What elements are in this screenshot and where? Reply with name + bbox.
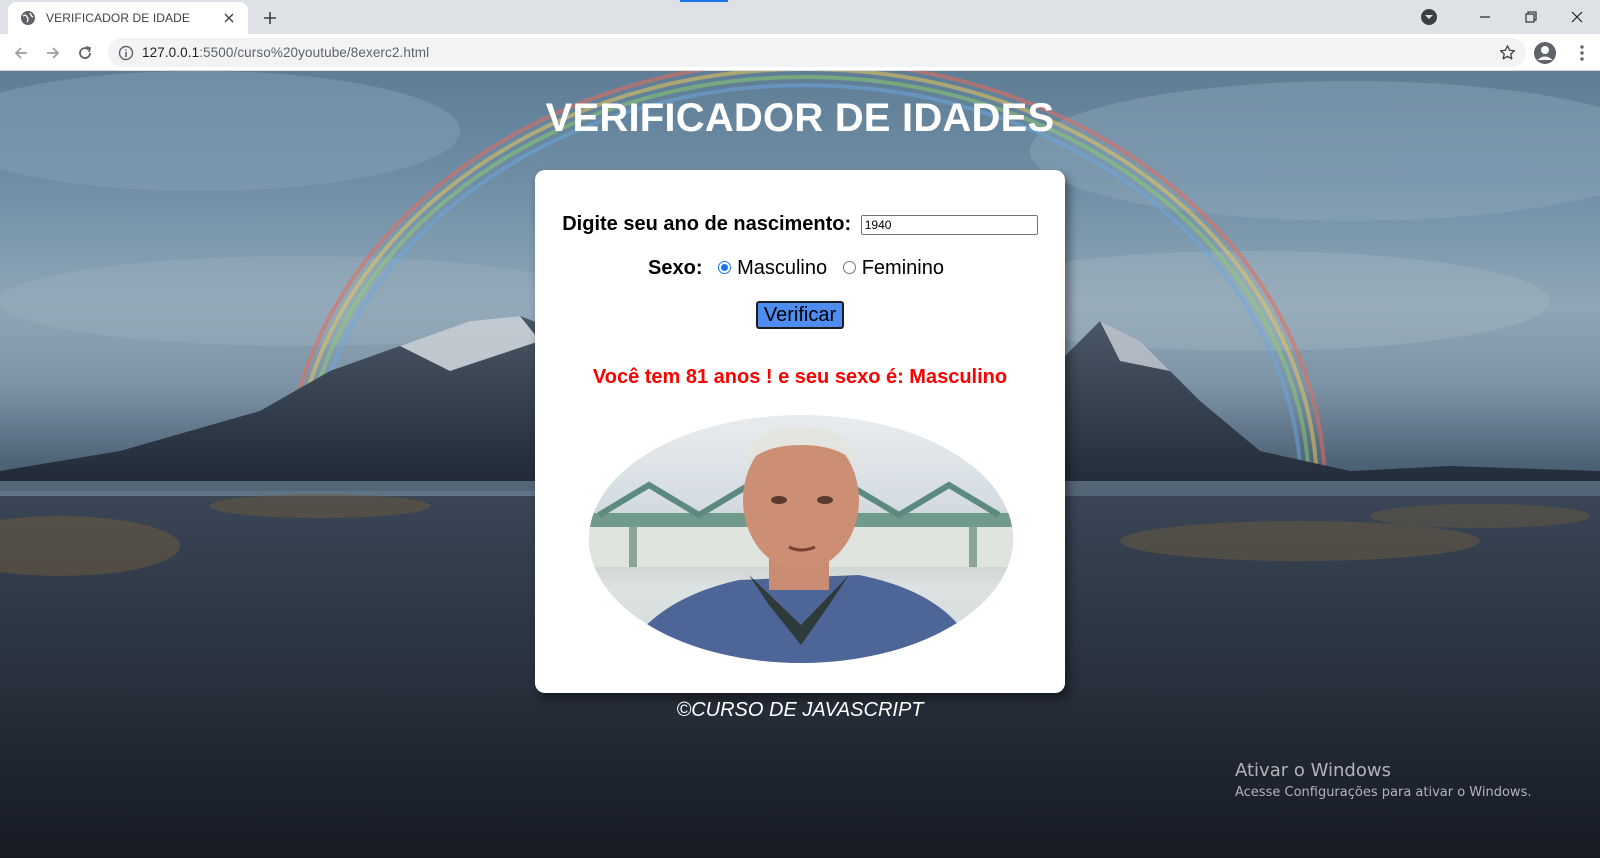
plus-icon[interactable] xyxy=(258,6,282,30)
chevron-down-icon[interactable] xyxy=(1420,8,1438,26)
activation-subtitle: Acesse Configurações para ativar o Windo… xyxy=(1235,785,1532,800)
windows-activation-watermark: Ativar o Windows Acesse Configurações pa… xyxy=(1235,760,1531,800)
window-controls xyxy=(1420,0,1600,34)
radio-masculino-label[interactable]: Masculino xyxy=(737,257,827,279)
sex-row: Sexo: Masculino Feminino xyxy=(535,257,1065,280)
radio-feminino[interactable] xyxy=(842,260,856,274)
button-row: Verificar xyxy=(535,301,1065,329)
activation-title: Ativar o Windows xyxy=(1235,760,1391,781)
close-icon[interactable] xyxy=(220,9,238,27)
address-bar[interactable]: 127.0.0.1:5500/curso%20youtube/8exerc2.h… xyxy=(108,38,1526,67)
birth-year-input[interactable] xyxy=(860,214,1038,235)
reload-icon[interactable] xyxy=(72,40,98,66)
more-vert-icon[interactable] xyxy=(1572,41,1592,65)
browser-toolbar: 127.0.0.1:5500/curso%20youtube/8exerc2.h… xyxy=(0,34,1600,71)
tab-title: VERIFICADOR DE IDADE xyxy=(46,11,191,25)
browser-tab[interactable]: VERIFICADOR DE IDADE xyxy=(8,2,248,34)
page-footer: ©CURSO DE JAVASCRIPT xyxy=(676,699,924,721)
info-icon[interactable] xyxy=(118,45,134,61)
globe-icon xyxy=(20,10,36,26)
sex-label: Sexo: xyxy=(648,257,703,279)
birth-year-row: Digite seu ano de nascimento: xyxy=(535,213,1065,236)
result-photo xyxy=(589,415,1013,663)
star-icon[interactable] xyxy=(1499,44,1516,61)
page-viewport: VERIFICADOR DE IDADES Digite seu ano de … xyxy=(0,71,1600,858)
url-path: :5500/curso%20youtube/8exerc2.html xyxy=(199,45,430,60)
profile-icon[interactable] xyxy=(1533,41,1557,65)
url-host: 127.0.0.1 xyxy=(142,45,200,60)
verify-button[interactable]: Verificar xyxy=(755,301,845,329)
radio-feminino-label[interactable]: Feminino xyxy=(862,257,944,279)
result-text: Você tem 81 anos ! e seu sexo é: Masculi… xyxy=(592,366,1008,388)
forward-arrow-icon[interactable] xyxy=(40,40,66,66)
elderly-man-image xyxy=(589,426,1013,663)
radio-masculino[interactable] xyxy=(718,260,732,274)
tab-strip: VERIFICADOR DE IDADE xyxy=(0,0,1600,34)
back-arrow-icon[interactable] xyxy=(8,40,34,66)
verifier-card: Digite seu ano de nascimento: Sexo: Masc… xyxy=(535,170,1065,693)
page-title: VERIFICADOR DE IDADES xyxy=(545,96,1055,140)
birth-year-label: Digite seu ano de nascimento: xyxy=(562,213,852,235)
url-text: 127.0.0.1:5500/curso%20youtube/8exerc2.h… xyxy=(142,45,429,60)
tab-accent-line xyxy=(680,0,728,2)
restore-icon[interactable] xyxy=(1508,2,1554,32)
close-window-icon[interactable] xyxy=(1554,2,1600,32)
minimize-icon[interactable] xyxy=(1462,2,1508,32)
